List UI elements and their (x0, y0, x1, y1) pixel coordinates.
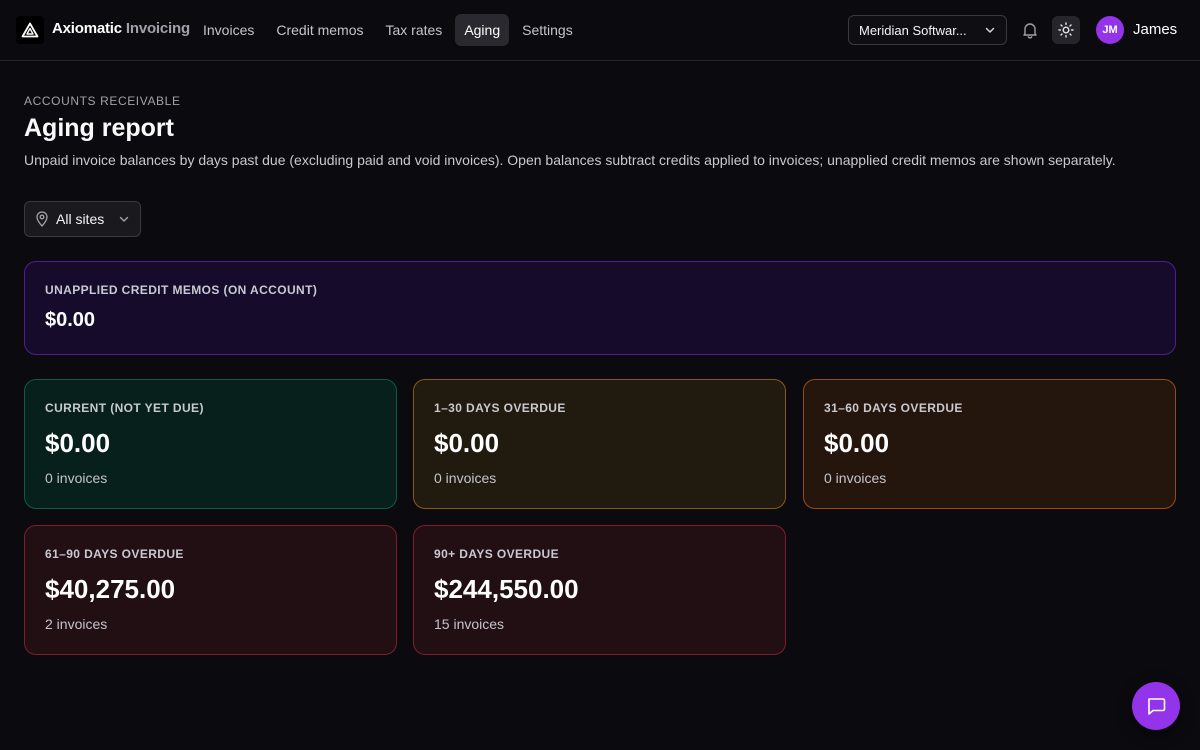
credit-card-amount: $0.00 (45, 309, 96, 331)
user-name[interactable]: James (1133, 21, 1177, 38)
bucket-amount: $244,550.00 (434, 574, 579, 604)
page-title: Aging report (24, 114, 174, 142)
bell-icon[interactable] (1020, 20, 1040, 40)
bucket-count: 0 invoices (824, 470, 887, 486)
bucket-61-90-card: 61–90 DAYS OVERDUE $40,275.00 2 invoices (24, 525, 397, 655)
bucket-amount: $40,275.00 (45, 574, 176, 604)
bucket-label: 1–30 DAYS OVERDUE (434, 401, 566, 415)
page-description: Unpaid invoice balances by days past due… (24, 152, 1116, 168)
bucket-count: 15 invoices (434, 616, 505, 632)
map-pin-icon (36, 211, 48, 227)
site-filter-value: All sites (56, 211, 105, 227)
bucket-label: 90+ DAYS OVERDUE (434, 547, 560, 561)
avatar[interactable]: JM (1096, 16, 1124, 44)
chat-button[interactable] (1132, 682, 1180, 730)
sun-icon (1058, 22, 1074, 38)
credit-card-label: UNAPPLIED CREDIT MEMOS (ON ACCOUNT) (45, 283, 318, 297)
triangle-logo-icon[interactable] (16, 16, 44, 44)
bucket-count: 2 invoices (45, 616, 108, 632)
bucket-label: CURRENT (NOT YET DUE) (45, 401, 204, 415)
nav-aging[interactable]: Aging (455, 14, 510, 46)
bucket-count: 0 invoices (434, 470, 497, 486)
bucket-label: 31–60 DAYS OVERDUE (824, 401, 963, 415)
nav-tax-rates[interactable]: Tax rates (377, 14, 452, 46)
bucket-amount: $0.00 (434, 428, 500, 458)
main-nav: Invoices Credit memos Tax rates Aging Se… (194, 14, 582, 46)
company-select[interactable]: Meridian Softwar... (848, 15, 1007, 45)
bucket-count: 0 invoices (45, 470, 108, 486)
bucket-90-plus-card: 90+ DAYS OVERDUE $244,550.00 15 invoices (413, 525, 786, 655)
app-brand[interactable]: Axiomatic Invoicing (52, 20, 190, 37)
nav-invoices[interactable]: Invoices (194, 14, 263, 46)
top-navigation-bar: Axiomatic Invoicing Invoices Credit memos… (0, 0, 1200, 61)
bucket-label: 61–90 DAYS OVERDUE (45, 547, 184, 561)
unapplied-credit-card: UNAPPLIED CREDIT MEMOS (ON ACCOUNT) $0.0… (24, 261, 1176, 355)
nav-credit-memos[interactable]: Credit memos (267, 14, 372, 46)
brand-name: Axiomatic (52, 20, 122, 37)
bucket-current-card: CURRENT (NOT YET DUE) $0.00 0 invoices (24, 379, 397, 509)
company-select-value: Meridian Softwar... (859, 22, 967, 38)
chevron-down-icon (119, 216, 129, 222)
theme-toggle-button[interactable] (1052, 16, 1080, 44)
page-eyebrow: ACCOUNTS RECEIVABLE (24, 94, 181, 108)
bucket-1-30-card: 1–30 DAYS OVERDUE $0.00 0 invoices (413, 379, 786, 509)
chat-bubble-icon (1148, 698, 1166, 715)
bucket-amount: $0.00 (45, 428, 111, 458)
bucket-amount: $0.00 (824, 428, 890, 458)
chevron-down-icon (985, 27, 995, 33)
brand-product: Invoicing (125, 20, 190, 37)
site-filter-select[interactable]: All sites (24, 201, 141, 237)
bucket-31-60-card: 31–60 DAYS OVERDUE $0.00 0 invoices (803, 379, 1176, 509)
nav-settings[interactable]: Settings (513, 14, 582, 46)
